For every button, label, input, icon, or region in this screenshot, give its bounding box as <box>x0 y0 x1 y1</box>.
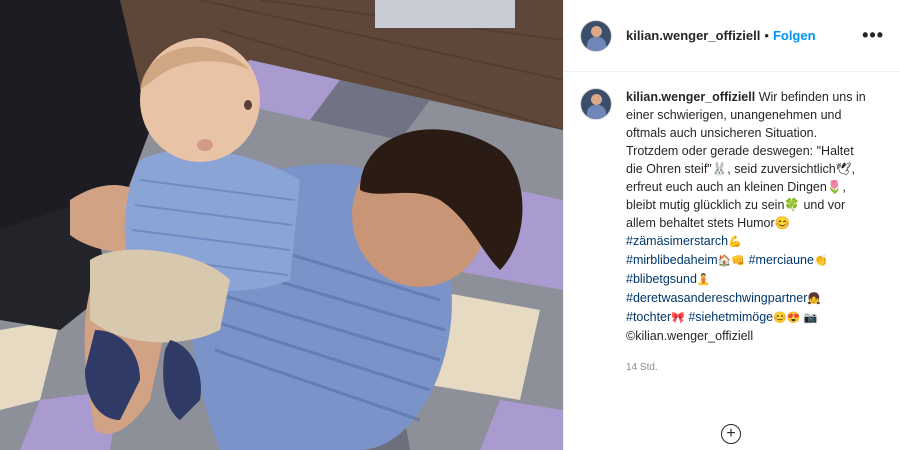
separator-dot: • <box>764 28 769 43</box>
hashtag[interactable]: #tochter <box>626 310 671 324</box>
avatar[interactable] <box>580 19 612 52</box>
hashtag[interactable]: #deretwasandereschwingpartner <box>626 291 807 305</box>
hashtag[interactable]: #mirblibedaheim <box>626 253 718 267</box>
hashtag-emoji: 🧘 <box>696 274 711 286</box>
caption-username[interactable]: kilian.wenger_offiziell <box>626 90 755 104</box>
hashtag-emoji: 👏 <box>813 255 828 267</box>
avatar-body <box>587 105 606 119</box>
follow-button[interactable]: Folgen <box>773 28 816 43</box>
hashtag-emoji: 👧 <box>807 293 822 305</box>
avatar-head <box>591 25 602 37</box>
hashtag[interactable]: #zämäsimerstarch <box>626 234 728 248</box>
caption-avatar[interactable] <box>580 88 612 120</box>
avatar-body <box>587 36 606 51</box>
post-header: kilian.wenger_offiziell • Folgen ••• <box>564 0 900 72</box>
hashtag[interactable]: #merciaune <box>749 253 814 267</box>
post-sidebar: kilian.wenger_offiziell • Folgen ••• kil… <box>563 0 900 450</box>
avatar-head <box>591 94 602 105</box>
post-photo[interactable] <box>0 0 563 450</box>
more-options-icon[interactable]: ••• <box>862 25 884 46</box>
caption: kilian.wenger_offiziell Wir befinden uns… <box>626 88 866 377</box>
hashtag-emoji: 🏠👊 <box>717 255 746 267</box>
hashtag[interactable]: #siehetmimöge <box>688 310 773 324</box>
photo-illustration <box>0 0 563 450</box>
caption-area: kilian.wenger_offiziell Wir befinden uns… <box>564 72 900 377</box>
plus-circle-icon[interactable]: + <box>721 424 741 444</box>
hashtag-emoji: 💪 <box>728 236 742 248</box>
hashtag[interactable]: #blibetgsund <box>626 272 697 286</box>
caption-credit: ©kilian.wenger_offiziell <box>626 329 754 343</box>
instagram-post: kilian.wenger_offiziell • Folgen ••• kil… <box>0 0 900 450</box>
post-timestamp[interactable]: 14 Std. <box>626 359 866 377</box>
username-link[interactable]: kilian.wenger_offiziell <box>626 28 760 43</box>
caption-text: Wir befinden uns in einer schwierigen, u… <box>626 90 866 230</box>
hashtag-emoji: 😊😍 📷 <box>773 312 818 324</box>
hashtag-emoji: 🎀 <box>671 312 685 324</box>
